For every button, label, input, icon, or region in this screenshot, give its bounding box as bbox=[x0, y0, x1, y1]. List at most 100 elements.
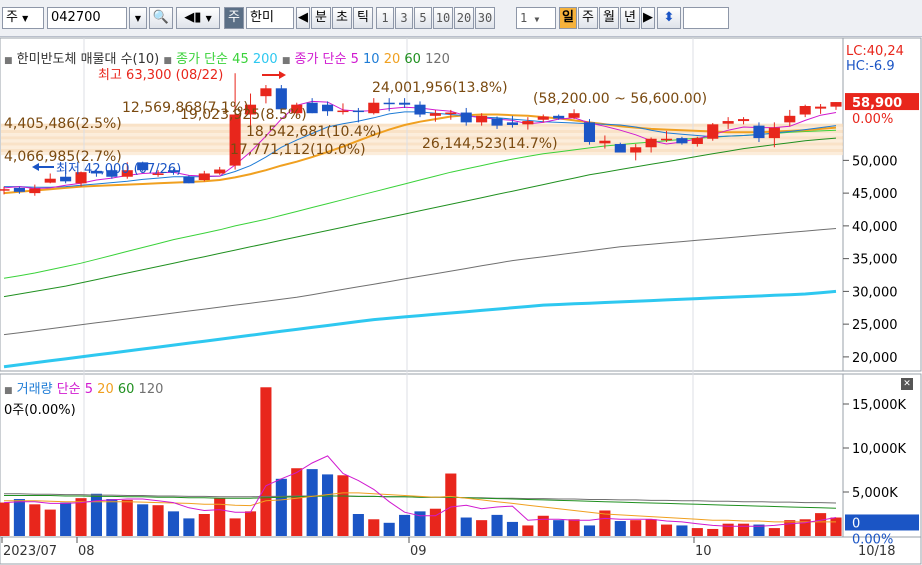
volume-value-label: 0주(0.00%) bbox=[4, 403, 76, 418]
volume-bar bbox=[491, 514, 503, 536]
candle-body bbox=[676, 138, 688, 144]
volume-profile-label: 4,405,486(2.5%) bbox=[4, 116, 122, 132]
candle-body bbox=[660, 138, 673, 141]
legend-ma20: 20 bbox=[383, 52, 401, 67]
volume-bar bbox=[429, 508, 441, 536]
current-volume-label: 0 bbox=[852, 516, 860, 531]
volume-bar bbox=[75, 498, 87, 536]
volume-bar bbox=[614, 521, 626, 536]
volume-bar bbox=[152, 505, 164, 536]
candle-body bbox=[506, 122, 518, 125]
volume-bar bbox=[322, 474, 334, 536]
month-button[interactable]: 월 bbox=[599, 7, 619, 29]
interval-button-3[interactable]: 3 bbox=[395, 7, 413, 29]
chevron-right-icon: ▶ bbox=[643, 10, 653, 25]
chevron-down-icon: ▼ bbox=[534, 15, 540, 24]
candle-body bbox=[13, 187, 25, 192]
volume-bar bbox=[260, 387, 272, 536]
interval-button-20[interactable]: 20 bbox=[454, 7, 474, 29]
volume-bar bbox=[383, 522, 395, 536]
volume-bar bbox=[722, 523, 734, 536]
week-button[interactable]: 주 bbox=[578, 7, 598, 29]
candle-body bbox=[476, 115, 488, 123]
code-value: 042700 bbox=[51, 10, 101, 25]
candle-body bbox=[707, 124, 719, 139]
volume-bar bbox=[830, 517, 842, 536]
volume-bar bbox=[645, 519, 657, 536]
candle-body bbox=[44, 178, 56, 183]
volume-profile-label: 26,144,523(14.7%) bbox=[422, 136, 558, 152]
year-button[interactable]: 년 bbox=[620, 7, 640, 29]
volume-bar bbox=[553, 520, 565, 536]
day-button[interactable]: 일 bbox=[559, 7, 577, 29]
hc-label: HC:-6.9 bbox=[846, 59, 895, 74]
minute-button[interactable]: 분 bbox=[311, 7, 331, 29]
volume-profile-label: 18,542,681(10.4%) bbox=[246, 124, 382, 140]
price-tick-label: 35,000 bbox=[852, 253, 898, 268]
search-icon: 🔍 bbox=[152, 10, 170, 25]
mode-button[interactable]: 주 bbox=[224, 7, 244, 29]
candle-body bbox=[815, 106, 827, 109]
volume-bar bbox=[13, 499, 25, 536]
interval-button-30[interactable]: 30 bbox=[475, 7, 495, 29]
tick-button[interactable]: 틱 bbox=[353, 7, 373, 29]
code-input[interactable]: 042700 bbox=[47, 7, 127, 29]
volume-legend-ma20: 20 bbox=[97, 382, 114, 397]
current-price-label: 58,900 bbox=[852, 96, 902, 111]
extra-input[interactable] bbox=[683, 7, 729, 29]
interval-button-10[interactable]: 10 bbox=[433, 7, 453, 29]
updown-button[interactable]: ⬍ bbox=[657, 7, 681, 29]
candle-body bbox=[630, 147, 642, 153]
date-tick-label: 09 bbox=[410, 544, 427, 559]
interval-button-5[interactable]: 5 bbox=[414, 7, 432, 29]
volume-bar bbox=[691, 528, 703, 536]
stock-chart[interactable]: 50,000 45,000 40,000 35,000 30,000 25,000 20,0… bbox=[0, 37, 922, 565]
price-tick-label: 25,000 bbox=[852, 318, 898, 333]
lc-label: LC:40,24 bbox=[846, 44, 904, 59]
legend-square-icon: ■ bbox=[4, 56, 13, 66]
interval-button-1[interactable]: 1 bbox=[376, 7, 394, 29]
volume-legend-ma120: 120 bbox=[138, 382, 164, 397]
stock-name-field[interactable]: 한미 bbox=[246, 7, 294, 29]
volume-bar bbox=[445, 473, 457, 536]
candle-body bbox=[445, 112, 457, 115]
candle-body bbox=[183, 176, 195, 184]
close-icon: ✕ bbox=[903, 379, 911, 389]
volume-legend-title: 거래량 bbox=[16, 382, 53, 397]
candle-body bbox=[337, 110, 349, 113]
date-tick-label: 10 bbox=[695, 544, 712, 559]
price-legend: ■ 한미반도체 매물대 수(10) ■ 종가 단순 45 200 ■ 종가 단순… bbox=[4, 48, 450, 67]
legend-square-icon: ■ bbox=[4, 386, 13, 396]
volume-bar bbox=[660, 524, 673, 536]
count-select[interactable]: 1 ▼ bbox=[516, 7, 556, 29]
code-dropdown-button[interactable]: ▼ bbox=[129, 7, 147, 29]
next-button[interactable]: ▶ bbox=[641, 7, 655, 29]
candle-body bbox=[738, 119, 750, 122]
candle-body bbox=[553, 115, 565, 119]
search-button[interactable]: 🔍 bbox=[149, 7, 173, 29]
legend-ma-label: 종가 단순 bbox=[176, 52, 229, 67]
volume-tick-label: 15,000K bbox=[852, 398, 906, 413]
legend-ma5: 5 bbox=[350, 52, 359, 67]
candle-body bbox=[429, 113, 441, 116]
volume-tick-label: 5,000K bbox=[852, 486, 898, 501]
volume-bar bbox=[768, 528, 780, 536]
second-button[interactable]: 초 bbox=[332, 7, 352, 29]
candle-body bbox=[214, 169, 226, 174]
price-tick-label: 40,000 bbox=[852, 220, 898, 235]
prev-button[interactable]: ◀ bbox=[296, 7, 310, 29]
speaker-button[interactable]: ◀▮ ▼ bbox=[176, 7, 220, 29]
volume-tick-label: 10,000K bbox=[852, 442, 906, 457]
volume-legend-ma5: 5 bbox=[84, 382, 94, 397]
candle-body bbox=[260, 88, 272, 97]
price-tick-label: 20,000 bbox=[852, 351, 898, 366]
chevron-down-icon: ▼ bbox=[134, 14, 142, 23]
volume-close-button[interactable]: ✕ bbox=[901, 378, 913, 390]
volume-profile-label: 24,001,956(13.8%) bbox=[372, 80, 508, 96]
period-type-select[interactable]: 주 ▼ bbox=[2, 7, 44, 29]
volume-bar bbox=[60, 502, 72, 536]
volume-profile-label: 17,771,112(10.0%) bbox=[230, 142, 366, 158]
legend-ma-label-2: 종가 단순 bbox=[294, 52, 347, 67]
volume-legend: ■ 거래량 단순 5 20 60 120 bbox=[4, 378, 163, 397]
chevron-left-icon: ◀ bbox=[298, 10, 308, 25]
